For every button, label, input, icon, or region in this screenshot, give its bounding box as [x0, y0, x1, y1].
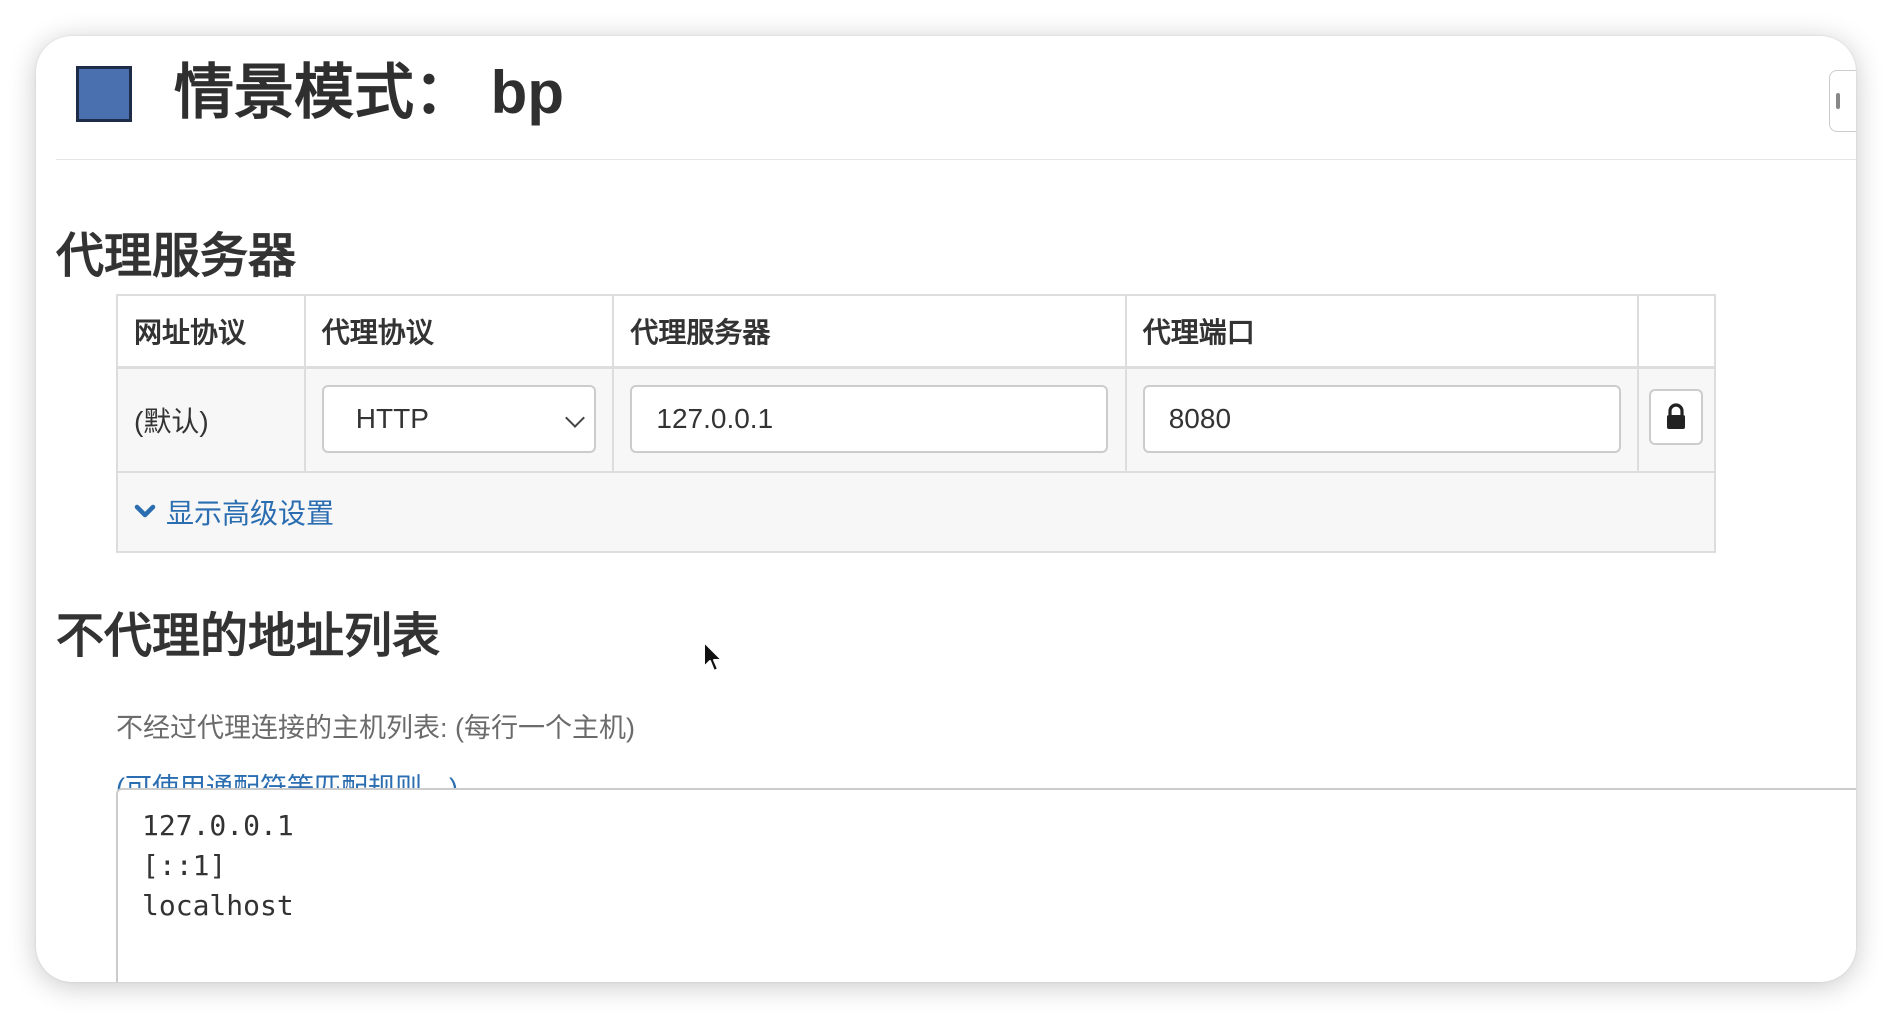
- bypass-entry: [::1]: [142, 849, 227, 882]
- proxy-port-input[interactable]: 8080: [1142, 385, 1621, 453]
- column-header-server: 代理服务器: [630, 317, 771, 348]
- show-advanced-toggle[interactable]: 显示高级设置: [118, 473, 334, 551]
- show-advanced-label: 显示高级设置: [166, 498, 335, 529]
- page-title: 情景模式： bp: [174, 59, 564, 126]
- header-action-icon: [1836, 93, 1840, 109]
- page: 情景模式： bp 代理服务器 网址协议 代理协议 代理服务器 代理端口 (默认): [0, 0, 1892, 1018]
- column-header-port: 代理端口: [1142, 317, 1255, 348]
- url-scheme-label: (默认): [134, 406, 209, 437]
- header-divider: [56, 159, 1856, 160]
- header-action-button[interactable]: [1829, 70, 1856, 132]
- options-card: 情景模式： bp 代理服务器 网址协议 代理协议 代理服务器 代理端口 (默认): [36, 36, 1856, 982]
- bypass-section-heading: 不代理的地址列表: [56, 610, 441, 663]
- proxy-table: 网址协议 代理协议 代理服务器 代理端口 (默认) HTTP 127.0.0.1: [116, 294, 1716, 553]
- column-header-protocol: 代理协议: [321, 317, 434, 348]
- advanced-settings-row: 显示高级设置: [118, 473, 1714, 551]
- profile-color-swatch[interactable]: [76, 66, 132, 122]
- table-row: (默认) HTTP 127.0.0.1 8080: [118, 369, 1714, 473]
- auth-lock-button[interactable]: [1649, 389, 1704, 445]
- protocol-select[interactable]: HTTP: [321, 385, 596, 453]
- page-header: 情景模式： bp: [56, 50, 1856, 146]
- bypass-entry: 127.0.0.1: [142, 809, 294, 842]
- proxy-server-input[interactable]: 127.0.0.1: [630, 385, 1109, 453]
- protocol-select-value: HTTP: [355, 403, 429, 434]
- mouse-cursor-icon: [703, 641, 723, 672]
- proxy-section-heading: 代理服务器: [56, 230, 297, 283]
- chevron-down-icon: [134, 504, 156, 518]
- bypass-list-textarea[interactable]: 127.0.0.1 [::1] localhost: [116, 788, 1856, 982]
- lock-icon: [1667, 403, 1686, 429]
- column-header-url-scheme: 网址协议: [134, 317, 247, 348]
- chevron-down-icon: [564, 408, 585, 428]
- bypass-entry: localhost: [142, 889, 294, 922]
- proxy-table-header: 网址协议 代理协议 代理服务器 代理端口: [118, 296, 1714, 369]
- bypass-description: 不经过代理连接的主机列表: (每行一个主机): [116, 713, 635, 743]
